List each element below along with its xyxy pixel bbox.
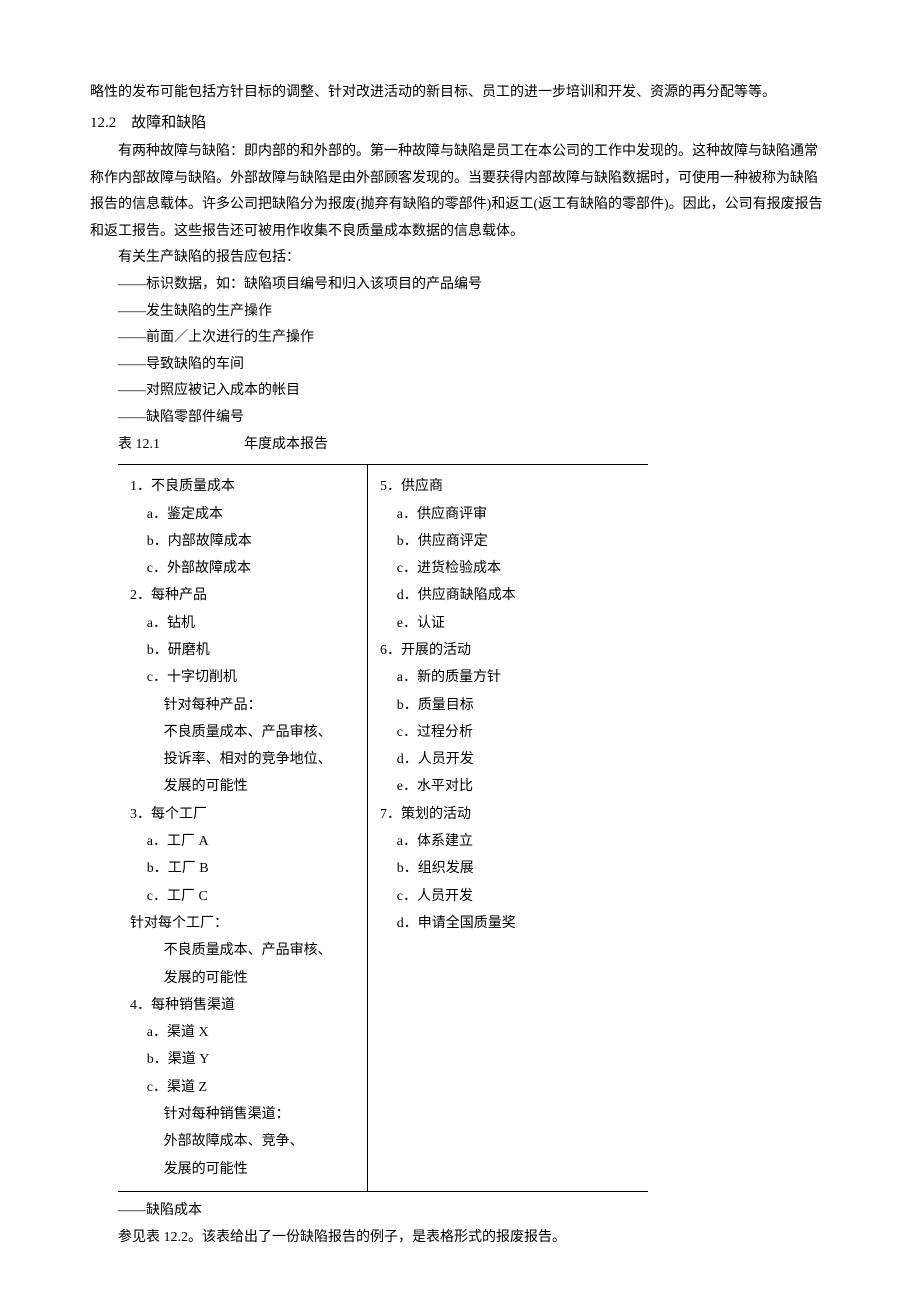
table-row: c．十字切削机 [130, 664, 363, 691]
bullet-item: ——对照应被记入成本的帐目 [90, 378, 830, 405]
table-row: e．认证 [380, 610, 644, 637]
table-left-column: 1．不良质量成本a．鉴定成本b．内部故障成本c．外部故障成本2．每种产品a．钻机… [118, 465, 368, 1191]
table-right-column: 5．供应商a．供应商评审b．供应商评定c．进货检验成本d．供应商缺陷成本e．认证… [368, 465, 648, 1191]
table-row: 针对每个工厂： [130, 910, 363, 937]
table-row: a．新的质量方针 [380, 664, 644, 691]
table-row: 针对每种产品： [130, 692, 363, 719]
table-row: b．渠道 Y [130, 1046, 363, 1073]
table-row: 5．供应商 [380, 473, 644, 500]
table-row: 4．每种销售渠道 [130, 992, 363, 1019]
table-row: 外部故障成本、竞争、 [130, 1128, 363, 1155]
table-row: d．申请全国质量奖 [380, 910, 644, 937]
table-row: 发展的可能性 [130, 965, 363, 992]
table-row: 6．开展的活动 [380, 637, 644, 664]
table-row: a．工厂 A [130, 828, 363, 855]
table-row: b．供应商评定 [380, 528, 644, 555]
table-row: a．钻机 [130, 610, 363, 637]
table-row: a．鉴定成本 [130, 501, 363, 528]
bullet-item: ——标识数据，如：缺陷项目编号和归入该项目的产品编号 [90, 272, 830, 299]
table-row: b．内部故障成本 [130, 528, 363, 555]
table-row: c．渠道 Z [130, 1074, 363, 1101]
table-row: c．过程分析 [380, 719, 644, 746]
table-row: d．供应商缺陷成本 [380, 582, 644, 609]
table-row: 1．不良质量成本 [130, 473, 363, 500]
table-row: b．研磨机 [130, 637, 363, 664]
table-row: b．组织发展 [380, 855, 644, 882]
after-bullet: ——缺陷成本 [90, 1198, 830, 1225]
bullet-item: ——导致缺陷的车间 [90, 352, 830, 379]
table-row: d．人员开发 [380, 746, 644, 773]
section-heading: 12.2 故障和缺陷 [90, 109, 830, 138]
table-row: 3．每个工厂 [130, 801, 363, 828]
table-row: 7．策划的活动 [380, 801, 644, 828]
table-row: 不良质量成本、产品审核、 [130, 937, 363, 964]
report-table: 1．不良质量成本a．鉴定成本b．内部故障成本c．外部故障成本2．每种产品a．钻机… [118, 464, 648, 1192]
table-row: 2．每种产品 [130, 582, 363, 609]
table-row: b．质量目标 [380, 692, 644, 719]
closing-paragraph: 参见表 12.2。该表给出了一份缺陷报告的例子，是表格形式的报废报告。 [90, 1225, 830, 1252]
bullet-item: ——前面／上次进行的生产操作 [90, 325, 830, 352]
table-row: c．工厂 C [130, 883, 363, 910]
intro-paragraph: 略性的发布可能包括方针目标的调整、针对改进活动的新目标、员工的进一步培训和开发、… [90, 80, 830, 107]
bullet-list: ——标识数据，如：缺陷项目编号和归入该项目的产品编号——发生缺陷的生产操作——前… [90, 272, 830, 432]
section-number: 12.2 [90, 115, 116, 131]
table-row: a．体系建立 [380, 828, 644, 855]
table-row: 投诉率、相对的竞争地位、 [130, 746, 363, 773]
table-row: 针对每种销售渠道： [130, 1101, 363, 1128]
table-row: 发展的可能性 [130, 1156, 363, 1183]
body-paragraph-1: 有两种故障与缺陷：即内部的和外部的。第一种故障与缺陷是员工在本公司的工作中发现的… [90, 139, 830, 245]
table-row: a．渠道 X [130, 1019, 363, 1046]
table-row: b．工厂 B [130, 855, 363, 882]
bullet-item: ——发生缺陷的生产操作 [90, 299, 830, 326]
table-caption: 表 12.1 年度成本报告 [90, 432, 830, 459]
section-title-text: 故障和缺陷 [131, 115, 206, 131]
table-row: c．进货检验成本 [380, 555, 644, 582]
table-row: c．外部故障成本 [130, 555, 363, 582]
table-row: 不良质量成本、产品审核、 [130, 719, 363, 746]
table-row: a．供应商评审 [380, 501, 644, 528]
table-row: e．水平对比 [380, 773, 644, 800]
table-row: c．人员开发 [380, 883, 644, 910]
table-row: 发展的可能性 [130, 773, 363, 800]
body-paragraph-2: 有关生产缺陷的报告应包括： [90, 245, 830, 272]
bullet-item: ——缺陷零部件编号 [90, 405, 830, 432]
